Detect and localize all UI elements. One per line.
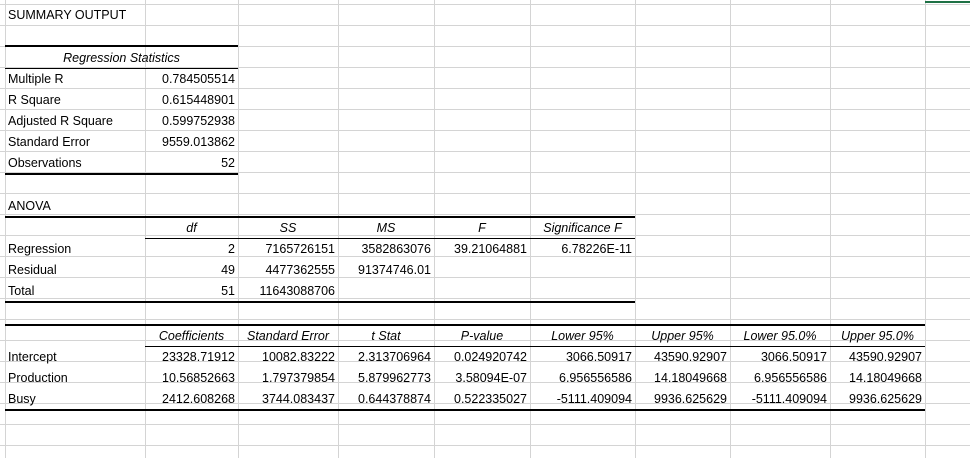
anova-title: ANOVA (8, 199, 51, 213)
coef-header: t Stat (371, 329, 401, 343)
selection-accent (925, 1, 970, 3)
coef-cell[interactable]: 14.18049668 (830, 368, 925, 388)
regstats-header: Regression Statistics (63, 51, 180, 65)
coef-cell[interactable]: 0.024920742 (434, 347, 530, 367)
anova-cell[interactable]: 39.21064881 (434, 239, 530, 259)
coef-row-label: Busy (8, 392, 36, 406)
anova-header: df (186, 221, 197, 235)
anova-cell[interactable]: 3582863076 (338, 239, 434, 259)
regstats-bottom-border (5, 173, 238, 175)
anova-row-label: Regression (8, 242, 72, 256)
anova-cell[interactable]: 51 (145, 281, 238, 301)
coef-cell[interactable]: 0.644378874 (338, 389, 434, 409)
coef-cell[interactable]: 3.58094E-07 (434, 368, 530, 388)
regstats-value[interactable]: 0.784505514 (145, 69, 238, 89)
anova-cell[interactable]: 91374746.01 (338, 260, 434, 280)
coef-cell[interactable]: 43590.92907 (635, 347, 730, 367)
coef-cell[interactable]: 1.797379854 (238, 368, 338, 388)
regstats-label: Standard Error (8, 135, 90, 149)
anova-cell[interactable]: 2 (145, 239, 238, 259)
anova-cell[interactable]: 4477362555 (238, 260, 338, 280)
anova-row-label: Residual (8, 263, 57, 277)
regstats-label: Observations (8, 156, 82, 170)
anova-row-label: Total (8, 284, 35, 298)
coef-cell[interactable]: 2412.608268 (145, 389, 238, 409)
coef-header: P-value (460, 329, 504, 343)
coef-header: Standard Error (247, 329, 329, 343)
regstats-label: R Square (8, 93, 61, 107)
coef-cell[interactable]: 2.313706964 (338, 347, 434, 367)
regstats-value[interactable]: 0.599752938 (145, 111, 238, 131)
coef-row-label: Intercept (8, 350, 57, 364)
coef-cell[interactable]: 23328.71912 (145, 347, 238, 367)
regstats-label: Multiple R (8, 72, 64, 86)
coef-header: Lower 95.0% (743, 329, 817, 343)
coef-cell[interactable]: 5.879962773 (338, 368, 434, 388)
regstats-value[interactable]: 9559.013862 (145, 132, 238, 152)
coef-header: Coefficients (158, 329, 225, 343)
anova-cell[interactable]: 49 (145, 260, 238, 280)
anova-cell[interactable]: 7165726151 (238, 239, 338, 259)
coef-cell[interactable]: 9936.625629 (830, 389, 925, 409)
coef-cell[interactable]: 14.18049668 (635, 368, 730, 388)
coef-cell[interactable]: 3744.083437 (238, 389, 338, 409)
coef-cell[interactable]: -5111.409094 (730, 389, 830, 409)
regstats-value[interactable]: 52 (145, 153, 238, 173)
anova-cell[interactable]: 11643088706 (238, 281, 338, 301)
anova-header: F (478, 221, 486, 235)
anova-header: Significance F (543, 221, 622, 235)
coef-header: Upper 95.0% (841, 329, 914, 343)
regstats-value[interactable]: 0.615448901 (145, 90, 238, 110)
coef-cell[interactable]: 43590.92907 (830, 347, 925, 367)
coef-cell[interactable]: 3066.50917 (530, 347, 635, 367)
coef-cell[interactable]: 10.56852663 (145, 368, 238, 388)
coef-cell[interactable]: 10082.83222 (238, 347, 338, 367)
coef-cell[interactable]: 6.956556586 (530, 368, 635, 388)
coef-row-label: Production (8, 371, 68, 385)
summary-output-title: SUMMARY OUTPUT (8, 8, 127, 22)
coef-cell[interactable]: 6.956556586 (730, 368, 830, 388)
anova-bottom-border (5, 301, 635, 303)
regstats-top-border (5, 45, 238, 47)
coef-cell[interactable]: 0.522335027 (434, 389, 530, 409)
anova-header: MS (376, 221, 396, 235)
coef-header: Upper 95% (651, 329, 714, 343)
coef-cell[interactable]: -5111.409094 (530, 389, 635, 409)
regstats-label: Adjusted R Square (8, 114, 113, 128)
anova-header: SS (279, 221, 297, 235)
coef-cell[interactable]: 9936.625629 (635, 389, 730, 409)
anova-cell[interactable]: 6.78226E-11 (530, 239, 635, 259)
coef-cell[interactable]: 3066.50917 (730, 347, 830, 367)
coef-header: Lower 95% (551, 329, 614, 343)
coef-bottom-border (5, 409, 925, 411)
